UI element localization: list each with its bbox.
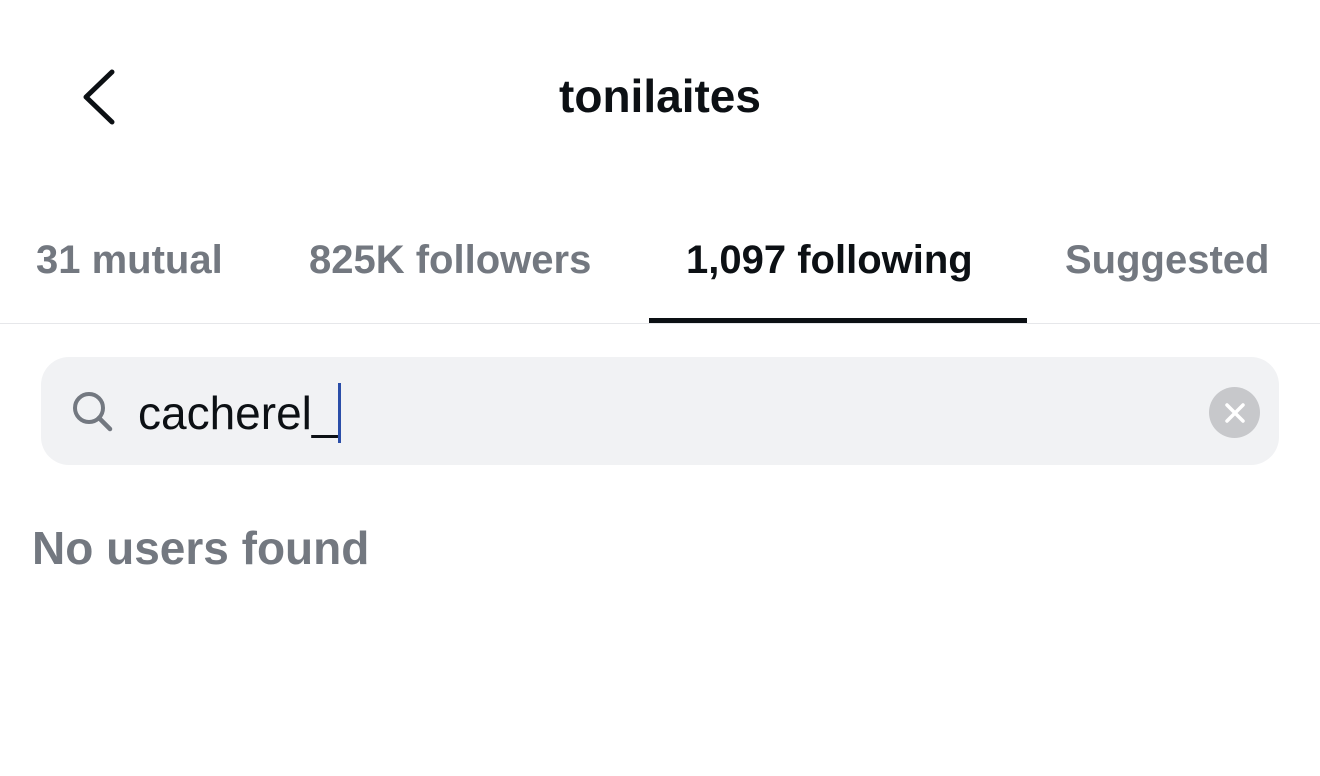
tab-suggested[interactable]: Suggested	[1065, 233, 1269, 287]
tab-divider	[0, 323, 1320, 324]
tab-following[interactable]: 1,097 following	[686, 233, 973, 287]
search-icon	[73, 392, 113, 432]
tab-bar: 31 mutual 825K followers 1,097 following…	[0, 205, 1320, 323]
search-input-value[interactable]: cacherel_	[138, 382, 342, 444]
text-caret	[338, 383, 342, 443]
page-title: tonilaites	[559, 70, 761, 122]
top-bar: tonilaites	[0, 0, 1320, 190]
search-query-text: cacherel_	[138, 387, 338, 439]
no-results-message: No users found	[32, 522, 370, 574]
tab-mutual[interactable]: 31 mutual	[36, 233, 223, 287]
clear-search-button[interactable]	[1209, 387, 1260, 438]
tab-followers[interactable]: 825K followers	[309, 233, 591, 287]
close-icon	[1224, 402, 1245, 423]
